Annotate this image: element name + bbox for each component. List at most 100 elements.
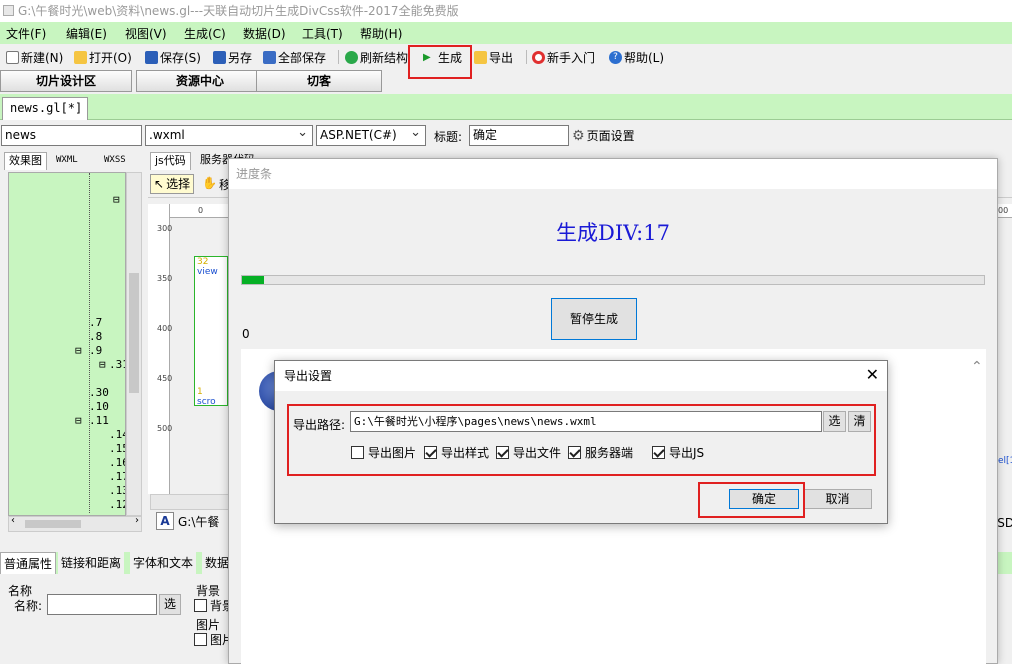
tree-collapse-icon[interactable]: ⊟ [75, 344, 82, 357]
menu-bar: 文件(F) 编辑(E) 视图(V) 生成(C) 数据(D) 工具(T) 帮助(H… [0, 22, 1012, 44]
new-file-icon [6, 50, 19, 64]
canvas-slice-box[interactable]: 32 view 1 scro [194, 256, 228, 407]
tree-item[interactable]: .31 [109, 358, 125, 371]
ruler-label: 500 [157, 424, 173, 433]
scrollbar-thumb[interactable] [129, 273, 139, 393]
tab-general-props[interactable]: 普通属性 [0, 552, 57, 574]
page-settings-button[interactable]: ⚙ 页面设置 [572, 127, 635, 144]
move-tool-button[interactable]: ✋ 移 [202, 176, 231, 193]
menu-help[interactable]: 帮助(H) [360, 25, 402, 42]
menu-file[interactable]: 文件(F) [6, 25, 46, 42]
name-label: 名称: [14, 599, 43, 613]
progress-bar [241, 275, 985, 285]
toolbar-separator [338, 50, 339, 64]
tree-vertical-scrollbar[interactable] [126, 172, 142, 516]
toolbar-separator [526, 50, 527, 64]
element-tree[interactable]: ⊟ .7 .8 ⊟ .9 ⊟ .31 .30 .10 ⊟ .11 .14 .15… [8, 172, 126, 516]
tree-collapse-icon[interactable]: ⊟ [99, 358, 106, 371]
tab-wxml[interactable]: WXML [52, 152, 82, 170]
tab-slice-design[interactable]: 切片设计区 [0, 70, 132, 92]
window-title: G:\午餐时光\web\资料\news.gl---天联自动切片生成DivCss软… [18, 4, 459, 18]
slice-number: 1 [197, 387, 203, 397]
tree-item[interactable]: .13 [109, 484, 125, 497]
ruler-label: 00 [998, 206, 1009, 215]
title-bar: G:\午餐时光\web\资料\news.gl---天联自动切片生成DivCss软… [0, 0, 1012, 22]
canvas-horizontal-scrollbar[interactable] [150, 494, 230, 510]
save-all-icon [263, 50, 276, 64]
name-pick-button[interactable]: 选 [159, 594, 181, 615]
tree-item[interactable]: .7 [89, 316, 102, 329]
checkbox-box [194, 633, 207, 646]
ruler-label: 0 [198, 206, 204, 215]
title-input[interactable]: 确定 [469, 125, 569, 146]
tree-item[interactable]: .14 [109, 428, 125, 441]
new-button[interactable]: 新建(N) [6, 48, 63, 66]
help-icon: ? [609, 50, 622, 64]
progress-bar-fill [242, 276, 265, 284]
tab-font-text[interactable]: 字体和文本 [130, 552, 197, 574]
ruler-label: 450 [157, 374, 173, 383]
tree-item[interactable]: .15 [109, 442, 125, 455]
tab-resource-center[interactable]: 资源中心 [136, 70, 264, 92]
lifebuoy-icon [532, 50, 545, 64]
save-as-button[interactable]: 另存 [213, 48, 252, 66]
app-icon [3, 5, 14, 16]
tree-item[interactable]: .17 [109, 470, 125, 483]
beginner-guide-button[interactable]: 新手入门 [532, 48, 595, 66]
page-name-input[interactable]: news [1, 125, 142, 146]
tree-horizontal-scrollbar[interactable]: ‹ › [8, 515, 142, 532]
pause-generate-button[interactable]: 暂停生成 [551, 298, 637, 340]
export-button[interactable]: 导出 [474, 48, 513, 66]
tree-collapse-icon[interactable]: ⊟ [75, 414, 82, 427]
menu-edit[interactable]: 编辑(E) [66, 25, 107, 42]
toolbar: 新建(N) 打开(O) 保存(S) 另存 全部保存 刷新结构 ▶ 生成 导出 新… [0, 44, 1012, 68]
progress-window-title: 进度条 [229, 159, 997, 189]
refresh-structure-button[interactable]: 刷新结构 [345, 48, 408, 66]
tree-item[interactable]: .16 [109, 456, 125, 469]
font-a-icon: A [156, 512, 174, 530]
checkbox-box [194, 599, 207, 612]
tab-wxss[interactable]: WXSS [100, 152, 130, 170]
dialog-cancel-button[interactable]: 取消 [803, 489, 872, 509]
menu-data[interactable]: 数据(D) [243, 25, 286, 42]
chevron-up-icon[interactable]: ⌃ [971, 359, 983, 375]
page-props-bar: news .wxml ASP.NET(C#) 标题: 确定 ⚙ 页面设置 [0, 120, 1012, 152]
select-tool-button[interactable]: ↖ 选择 [150, 174, 195, 194]
name-input[interactable] [47, 594, 157, 615]
tab-js-code[interactable]: js代码 [150, 152, 191, 170]
tree-item[interactable]: .8 [89, 330, 102, 343]
annotation-highlight-export-options [287, 404, 876, 476]
menu-view[interactable]: 视图(V) [125, 25, 167, 42]
left-pane: 效果图 WXML WXSS ⊟ .7 .8 ⊟ .9 ⊟ .31 .30 .10… [0, 152, 148, 536]
save-all-button[interactable]: 全部保存 [263, 48, 326, 66]
extension-select[interactable]: .wxml [145, 123, 313, 146]
menu-generate[interactable]: 生成(C) [184, 25, 226, 42]
tree-collapse-icon[interactable]: ⊟ [113, 193, 120, 206]
scrollbar-thumb[interactable] [25, 520, 81, 528]
gear-icon: ⚙ [572, 127, 585, 144]
progress-heading: 生成DIV:17 [556, 221, 670, 245]
close-icon[interactable]: ✕ [866, 365, 879, 385]
tree-item[interactable]: .9 [89, 344, 102, 357]
tree-item[interactable]: .12 [109, 498, 125, 511]
tab-effect-view[interactable]: 效果图 [4, 152, 47, 170]
document-tab-news[interactable]: news.gl[*] [2, 97, 88, 120]
tree-item[interactable]: .11 [89, 414, 109, 427]
save-button[interactable]: 保存(S) [145, 48, 201, 66]
tree-item[interactable]: .30 [89, 386, 109, 399]
progress-count: 0 [242, 327, 250, 341]
language-select[interactable]: ASP.NET(C#) [316, 123, 426, 146]
menu-tools[interactable]: 工具(T) [302, 25, 343, 42]
ruler-label: 350 [157, 274, 173, 283]
tab-slicer[interactable]: 切客 [256, 70, 382, 92]
help-button[interactable]: ? 帮助(L) [609, 48, 664, 66]
slice-tag: view [197, 267, 218, 277]
dialog-title: 导出设置 [275, 361, 887, 391]
tab-link-spacing[interactable]: 链接和距离 [58, 552, 125, 574]
annotation-highlight-ok [698, 482, 805, 518]
open-button[interactable]: 打开(O) [74, 48, 132, 66]
tree-item[interactable]: .10 [89, 400, 109, 413]
scroll-right-icon[interactable]: › [135, 515, 139, 526]
scroll-left-icon[interactable]: ‹ [11, 515, 15, 526]
document-tab-bar: news.gl[*] [0, 94, 1012, 120]
